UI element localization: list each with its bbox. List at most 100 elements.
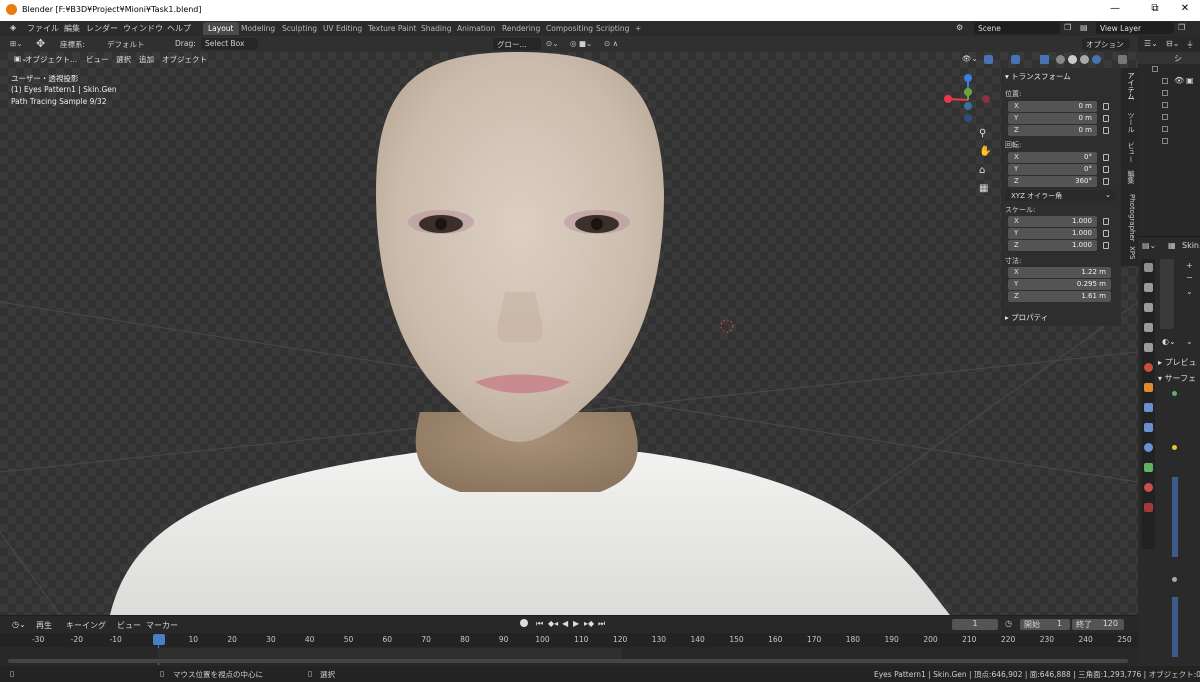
zoom-icon[interactable]: ⚲ [979,128,986,139]
rendered-shading-icon[interactable] [1092,55,1101,64]
menu-object[interactable]: オブジェクト [162,54,207,65]
wireframe-shading-icon[interactable] [1056,55,1065,64]
location-y-field[interactable]: Y0 m [1008,113,1097,124]
modifier-tab-icon[interactable] [1144,403,1153,412]
timeline-scrollbar[interactable] [8,659,1128,663]
rotation-z-field[interactable]: Z 360° [1008,176,1097,187]
new-scene-icon[interactable]: ❐ [1064,23,1071,32]
menu-edit[interactable]: 編集 [64,23,80,34]
tab-uv-editing[interactable]: UV Editing [318,22,367,35]
scale-y-field[interactable]: Y 1.000 [1008,228,1097,239]
filter-icon[interactable]: ⏚ [1186,39,1194,50]
dimensions-z-field[interactable]: Z 1.61 m [1008,291,1111,302]
playhead[interactable] [153,634,165,645]
navigation-gizmo[interactable] [938,70,998,126]
editor-type-icon[interactable]: ⊞⌄ [10,38,23,50]
visibility-icon[interactable]: 👁 [1174,76,1184,85]
next-keyframe-button[interactable]: ▸◆ [584,619,594,628]
timeline-editor-icon[interactable]: ◷⌄ [12,620,26,629]
options-dropdown[interactable]: オプション [1082,38,1130,50]
menu-marker[interactable]: マーカー [146,620,178,631]
checkbox-icon[interactable] [1162,90,1168,96]
proportional-edit-icon[interactable]: ⊙ ∧ [604,38,618,50]
tab-shading[interactable]: Shading [416,22,456,35]
lock-icon[interactable] [1103,166,1109,173]
checkbox-icon[interactable] [1162,126,1168,132]
minimize-button[interactable]: — [1104,3,1126,17]
material-browse-icon[interactable]: ◐⌄ [1162,337,1176,346]
mode-dropdown[interactable]: オブジェクト... [25,54,77,65]
rotation-y-field[interactable]: Y 0° [1008,164,1097,175]
rotation-mode-dropdown[interactable]: XYZ オイラー角 ⌄ [1005,190,1116,201]
location-z-field[interactable]: Z0 m [1008,125,1097,136]
material-shading-icon[interactable] [1080,55,1089,64]
tab-tool[interactable]: ツール [1123,112,1136,133]
menu-file[interactable]: ファイル [27,23,59,34]
add-workspace-button[interactable]: + [630,22,646,35]
pause-render-icon[interactable] [1118,55,1127,64]
lock-icon[interactable] [1103,115,1109,122]
checkbox-icon[interactable] [1162,138,1168,144]
orientation-dropdown[interactable]: デフォルト [107,38,145,50]
scale-z-field[interactable]: Z 1.000 [1008,240,1097,251]
solid-shading-icon[interactable] [1068,55,1077,64]
rotation-x-field[interactable]: X 0° [1008,152,1097,163]
preview-panel-header[interactable]: ▸ プレビュ [1158,357,1197,368]
lock-icon[interactable] [1103,103,1109,110]
3d-viewport[interactable] [0,52,1138,615]
properties-editor-icon[interactable]: ▤⌄ [1142,241,1156,250]
play-reverse-button[interactable]: ◀ [562,619,568,628]
jump-start-button[interactable]: ⏮ [536,619,543,629]
location-x-field[interactable]: X0 m [1008,101,1097,112]
add-slot-icon[interactable]: + [1186,261,1193,270]
object-tab-icon[interactable] [1144,383,1153,392]
menu-render[interactable]: レンダー [86,23,118,34]
value-slider[interactable] [1172,477,1178,557]
transform-panel-header[interactable]: ▾ トランスフォーム [1005,71,1071,82]
gizmo-toggle-icon[interactable] [984,55,993,64]
overlay-toggle-icon[interactable] [1011,55,1020,64]
xray-toggle-icon[interactable] [1040,55,1049,64]
maximize-button[interactable]: ⧉ [1144,3,1166,17]
scale-x-field[interactable]: X 1.000 [1008,216,1097,227]
list-item[interactable]: シ [1138,52,1200,64]
view-layer-tab-icon[interactable] [1144,323,1153,332]
material-slots-list[interactable] [1160,259,1174,329]
pan-hand-icon[interactable]: ✋ [979,146,991,157]
tab-animation[interactable]: Animation [452,22,500,35]
properties-panel-header[interactable]: ▸ プロパティ [1005,312,1048,323]
drag-dropdown[interactable]: Select Box [201,38,258,50]
menu-select[interactable]: 選択 [116,54,131,65]
checkbox-icon[interactable] [1152,66,1158,72]
outliner-editor-icon[interactable]: ☰⌄ [1144,39,1158,48]
prev-keyframe-button[interactable]: ◆◂ [548,619,558,628]
menu-view[interactable]: ビュー [86,54,109,65]
snap-target-icon[interactable]: ◎ ■⌄ [570,38,592,50]
lock-icon[interactable] [1103,218,1109,225]
tool-tab-icon[interactable] [1144,263,1153,272]
record-button[interactable] [520,619,528,627]
tab-rendering[interactable]: Rendering [497,22,545,35]
transform-gizmo-icon[interactable]: ✥ [36,36,45,50]
tab-item[interactable]: アイテム [1123,72,1136,100]
material-tab-icon[interactable] [1144,483,1153,492]
lock-icon[interactable] [1103,230,1109,237]
output-tab-icon[interactable] [1144,303,1153,312]
material-dropdown-icon[interactable]: ⌄ [1186,337,1193,346]
tab-layout[interactable]: Layout [203,22,239,35]
end-frame-field[interactable]: 終了 120 [1072,619,1124,630]
tab-edit[interactable]: 編集 [1123,170,1136,184]
scene-tab-icon[interactable] [1144,343,1153,352]
world-tab-icon[interactable] [1144,363,1153,372]
dimensions-y-field[interactable]: Y 0.295 m [1008,279,1111,290]
start-frame-field[interactable]: 開始 1 [1020,619,1070,630]
tab-scripting[interactable]: Scripting [591,22,634,35]
display-mode-icon[interactable]: ⊟⌄ [1166,39,1179,48]
menu-view[interactable]: ビュー [117,620,141,631]
tab-xps[interactable]: XPS [1123,246,1136,259]
scene-selector[interactable]: Scene [974,22,1060,34]
tab-photographer[interactable]: Photographer [1123,194,1136,242]
menu-add[interactable]: 追加 [139,54,154,65]
menu-keying[interactable]: キーイング [66,620,106,631]
current-frame-field[interactable]: 1 [952,619,998,630]
